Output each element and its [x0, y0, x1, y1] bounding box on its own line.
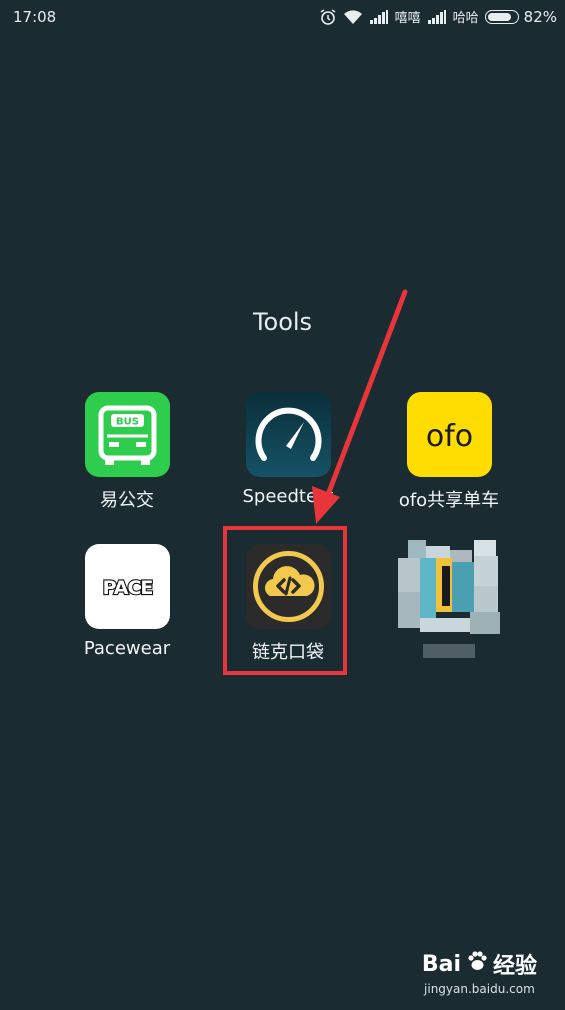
baidu-logo: Bai 经验 [422, 948, 537, 980]
baidu-text-left: Bai [421, 951, 461, 977]
baidu-watermark: Bai 经验 jingyan.baidu.com [422, 948, 537, 996]
baidu-text-right: 经验 [492, 954, 537, 979]
watermark-url: jingyan.baidu.com [424, 982, 535, 996]
paw-icon [465, 949, 489, 979]
red-arrow-annotation [312, 289, 408, 524]
